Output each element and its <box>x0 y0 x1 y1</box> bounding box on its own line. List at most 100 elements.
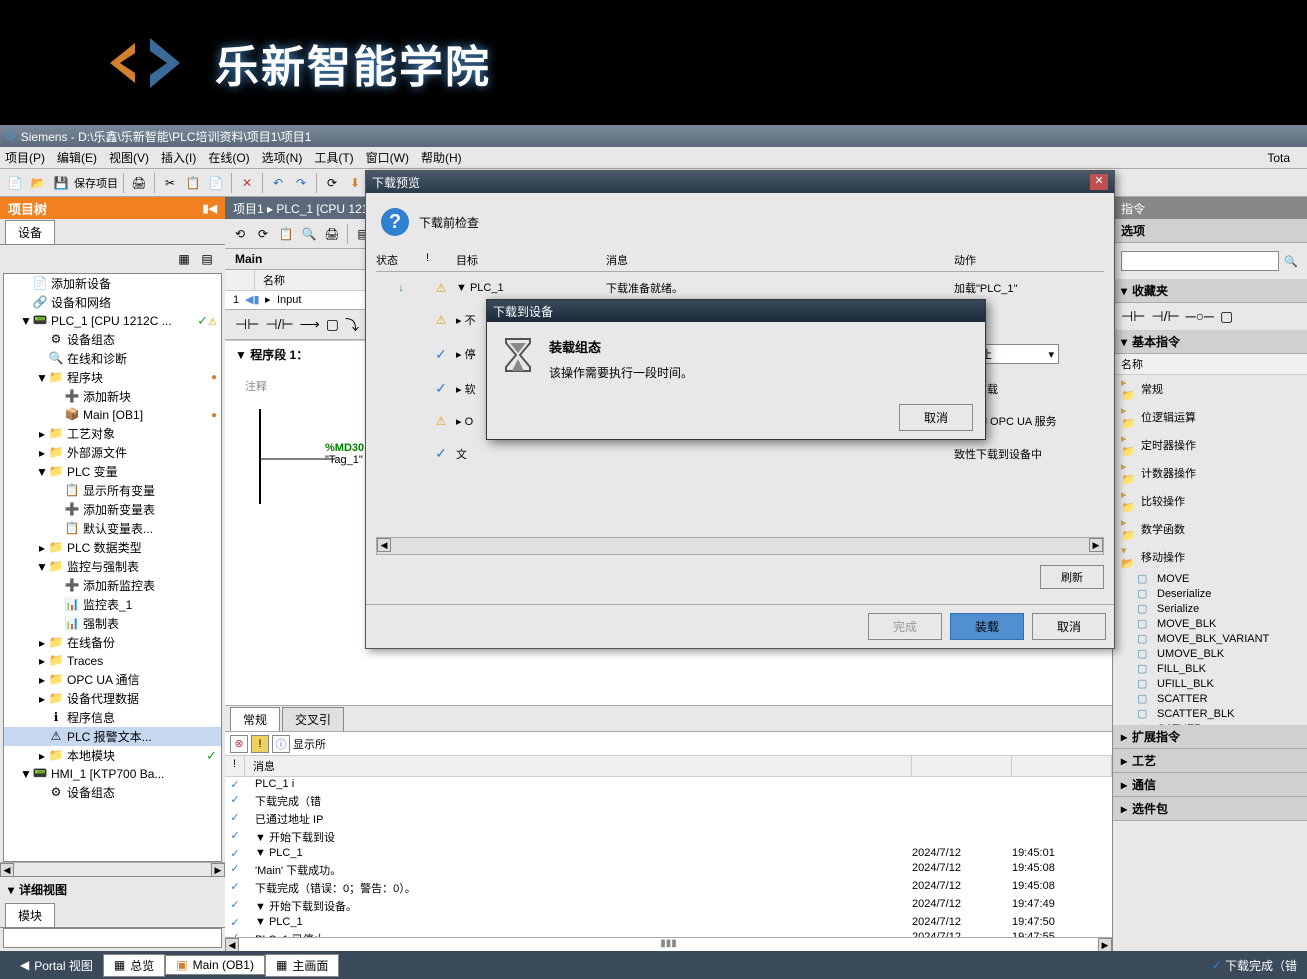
main-screen-tab[interactable]: ▦ 主画面 <box>265 954 339 977</box>
message-row[interactable]: ✓ PLC_1 已停止。2024/7/1219:47:55 <box>225 930 1112 937</box>
scroll-left-icon[interactable]: ◀ <box>225 938 239 952</box>
fav-contact-nc-icon[interactable]: ⊣/⊢ <box>1151 308 1179 325</box>
menu-tools[interactable]: 工具(T) <box>314 149 353 166</box>
et-icon[interactable]: 📋 <box>276 224 296 244</box>
tree-item[interactable]: 📊监控表_1 <box>4 595 221 614</box>
menu-online[interactable]: 在线(O) <box>208 149 249 166</box>
instruction-item[interactable]: ▢MOVE_BLK <box>1113 616 1307 631</box>
lad-contact-nc-icon[interactable]: ⊣/⊢ <box>265 316 293 333</box>
tree-item[interactable]: ▼📁程序块● <box>4 368 221 387</box>
compile-icon[interactable]: ⟳ <box>322 173 342 193</box>
message-list[interactable]: ✓PLC_1 i✓下载完成（错✓已通过地址 IP✓▼ 开始下载到设✓ ▼ PLC… <box>225 777 1112 937</box>
tree-item[interactable]: ▼📟PLC_1 [CPU 1212C ...✓⚠ <box>4 312 221 330</box>
tree-item[interactable]: ▼📟HMI_1 [KTP700 Ba... <box>4 765 221 783</box>
tree-item[interactable]: ⚠PLC 报警文本... <box>4 727 221 746</box>
message-row[interactable]: ✓PLC_1 i <box>225 777 1112 792</box>
copy-icon[interactable]: 📋 <box>183 173 203 193</box>
et-icon[interactable]: ⟳ <box>253 224 273 244</box>
instruction-item[interactable]: ▸ 📁数学函数 <box>1113 515 1307 543</box>
tree-item[interactable]: 📄添加新设备 <box>4 274 221 293</box>
instruction-item[interactable]: ▢SCATTER <box>1113 691 1307 706</box>
info-filter-icon[interactable]: ⓘ <box>272 735 290 753</box>
favorites-header[interactable]: ▾收藏夹 <box>1113 279 1307 303</box>
tree-item[interactable]: 📊强制表 <box>4 614 221 633</box>
et-icon[interactable]: ⟲ <box>230 224 250 244</box>
scroll-right-icon[interactable]: ▶ <box>211 863 225 877</box>
options-header[interactable]: 选项 <box>1113 219 1307 243</box>
refresh-button[interactable]: 刷新 <box>1040 565 1104 589</box>
overview-tab[interactable]: ▦ 总览 <box>103 954 165 977</box>
instr-section-header[interactable]: ▸工艺 <box>1113 749 1307 773</box>
new-project-icon[interactable]: 📄 <box>5 173 25 193</box>
tree-item[interactable]: ▸📁OPC UA 通信 <box>4 670 221 689</box>
message-row[interactable]: ✓ ▼ PLC_12024/7/1219:45:01 <box>225 846 1112 861</box>
undo-icon[interactable]: ↶ <box>268 173 288 193</box>
instruction-item[interactable]: ▢FILL_BLK <box>1113 661 1307 676</box>
save-icon[interactable]: 💾 <box>51 173 71 193</box>
delete-icon[interactable]: ✕ <box>237 173 257 193</box>
instruction-item[interactable]: ▸ 📁位逻辑运算 <box>1113 403 1307 431</box>
instr-section-header[interactable]: ▸通信 <box>1113 773 1307 797</box>
tree-detail-icon[interactable]: ▤ <box>197 249 217 269</box>
lad-box-icon[interactable]: ▢ <box>326 316 339 333</box>
message-row[interactable]: ✓▼ 开始下载到设备。2024/7/1219:47:49 <box>225 897 1112 915</box>
message-row[interactable]: ✓▼ 开始下载到设 <box>225 828 1112 846</box>
tree-item[interactable]: 📋显示所有变量 <box>4 481 221 500</box>
instruction-list[interactable]: ▸ 📁常规▸ 📁位逻辑运算▸ 📁定时器操作▸ 📁计数器操作▸ 📁比较操作▸ 📁数… <box>1113 375 1307 725</box>
instruction-item[interactable]: ▢MOVE <box>1113 571 1307 586</box>
dialog-titlebar[interactable]: 下载预览 ✕ <box>366 171 1114 193</box>
download-icon[interactable]: ⬇ <box>345 173 365 193</box>
finish-button[interactable]: 完成 <box>868 613 942 640</box>
tree-item[interactable]: ⚙设备组态 <box>4 330 221 349</box>
dialog-scrollbar[interactable]: ◀ ▶ <box>376 537 1104 555</box>
menu-project[interactable]: 项目(P) <box>5 149 45 166</box>
show-all-label[interactable]: 显示所 <box>293 736 326 752</box>
scroll-right-icon[interactable]: ▶ <box>1098 938 1112 952</box>
instruction-item[interactable]: ▢Serialize <box>1113 601 1307 616</box>
devices-tab[interactable]: 设备 <box>5 220 55 244</box>
paste-icon[interactable]: 📄 <box>206 173 226 193</box>
scroll-right-icon[interactable]: ▶ <box>1089 538 1103 552</box>
redo-icon[interactable]: ↷ <box>291 173 311 193</box>
menu-options[interactable]: 选项(N) <box>262 149 303 166</box>
tree-item[interactable]: 📦Main [OB1]● <box>4 406 221 424</box>
load-button[interactable]: 装载 <box>950 613 1024 640</box>
tree-item[interactable]: ➕添加新块 <box>4 387 221 406</box>
inner-dialog-titlebar[interactable]: 下载到设备 <box>487 300 985 322</box>
instr-section-header[interactable]: ▸选件包 <box>1113 797 1307 821</box>
msg-hscroll[interactable]: ◀ ▮▮▮ ▶ <box>225 937 1112 951</box>
tab-xref[interactable]: 交叉引 <box>282 707 344 731</box>
instruction-item[interactable]: ▢SCATTER_BLK <box>1113 706 1307 721</box>
tab-general[interactable]: 常规 <box>230 707 280 731</box>
basic-instr-header[interactable]: ▾基本指令 <box>1113 330 1307 354</box>
instr-section-header[interactable]: ▸扩展指令 <box>1113 725 1307 749</box>
scroll-left-icon[interactable]: ◀ <box>377 538 391 552</box>
instruction-item[interactable]: ▢MOVE_BLK_VARIANT <box>1113 631 1307 646</box>
dialog-row[interactable]: ✓ 文致性下载到设备中 <box>376 437 1104 470</box>
portal-view-button[interactable]: ◀ Portal 视图 <box>10 955 103 976</box>
menu-edit[interactable]: 编辑(E) <box>57 149 97 166</box>
save-label[interactable]: 保存项目 <box>74 175 118 191</box>
tree-hscroll[interactable]: ◀ ▶ <box>0 862 225 876</box>
tree-item[interactable]: ▸📁工艺对象 <box>4 424 221 443</box>
warning-filter-icon[interactable]: ! <box>251 735 269 753</box>
tree-item[interactable]: 🔍在线和诊断 <box>4 349 221 368</box>
instruction-item[interactable]: ▸ 📁比较操作 <box>1113 487 1307 515</box>
tree-item[interactable]: ▼📁监控与强制表 <box>4 557 221 576</box>
main-ob1-tab[interactable]: ▣ Main (OB1) <box>165 955 265 975</box>
tree-item[interactable]: ▸📁设备代理数据 <box>4 689 221 708</box>
fav-box-icon[interactable]: ▢ <box>1220 308 1233 325</box>
message-row[interactable]: ✓已通过地址 IP <box>225 810 1112 828</box>
tree-item[interactable]: ▸📁本地模块✓ <box>4 746 221 765</box>
instruction-item[interactable]: ▢UFILL_BLK <box>1113 676 1307 691</box>
cut-icon[interactable]: ✂ <box>160 173 180 193</box>
instruction-item[interactable]: ▾ 📂移动操作 <box>1113 543 1307 571</box>
tree-item[interactable]: ▸📁PLC 数据类型 <box>4 538 221 557</box>
search-icon[interactable]: 🔍 <box>1284 255 1298 268</box>
tree-item[interactable]: 📋默认变量表... <box>4 519 221 538</box>
fav-coil-icon[interactable]: ─○─ <box>1186 308 1214 325</box>
menu-help[interactable]: 帮助(H) <box>421 149 462 166</box>
print-icon[interactable]: 🖨 <box>129 173 149 193</box>
module-tab[interactable]: 模块 <box>5 903 55 927</box>
message-row[interactable]: ✓ 下载完成（错误：0；警告：0）。2024/7/1219:45:08 <box>225 879 1112 897</box>
